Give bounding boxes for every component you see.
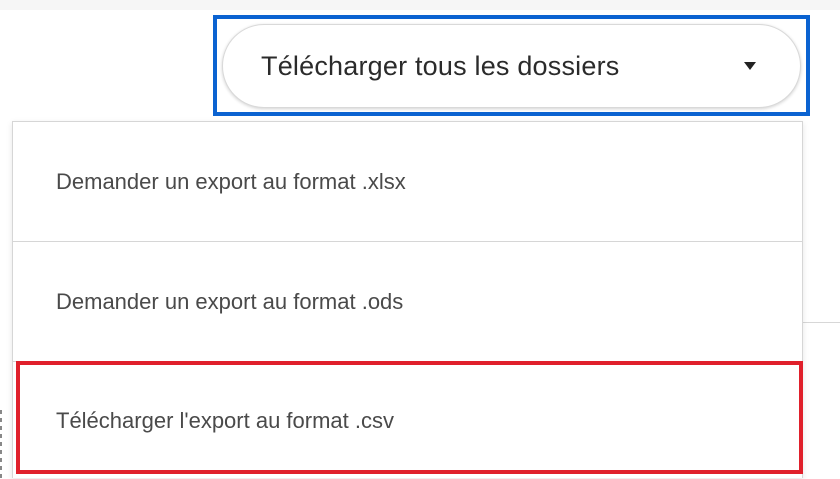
page-background-strip — [0, 0, 840, 10]
menu-item-label: Demander un export au format .ods — [56, 288, 404, 314]
page-divider — [803, 322, 840, 323]
page-edge-fragment — [0, 410, 2, 478]
menu-item-export-xlsx[interactable]: Demander un export au format .xlsx — [13, 122, 802, 242]
download-all-folders-label: Télécharger tous les dossiers — [261, 50, 620, 81]
menu-item-download-csv[interactable]: Télécharger l'export au format .csv — [13, 362, 802, 479]
export-dropdown-menu: Demander un export au format .xlsx Deman… — [12, 121, 803, 478]
menu-item-label: Demander un export au format .xlsx — [56, 168, 406, 194]
download-all-folders-button[interactable]: Télécharger tous les dossiers — [222, 24, 801, 108]
caret-down-icon — [744, 62, 756, 70]
menu-item-label: Télécharger l'export au format .csv — [56, 407, 395, 433]
menu-item-export-ods[interactable]: Demander un export au format .ods — [13, 242, 802, 362]
